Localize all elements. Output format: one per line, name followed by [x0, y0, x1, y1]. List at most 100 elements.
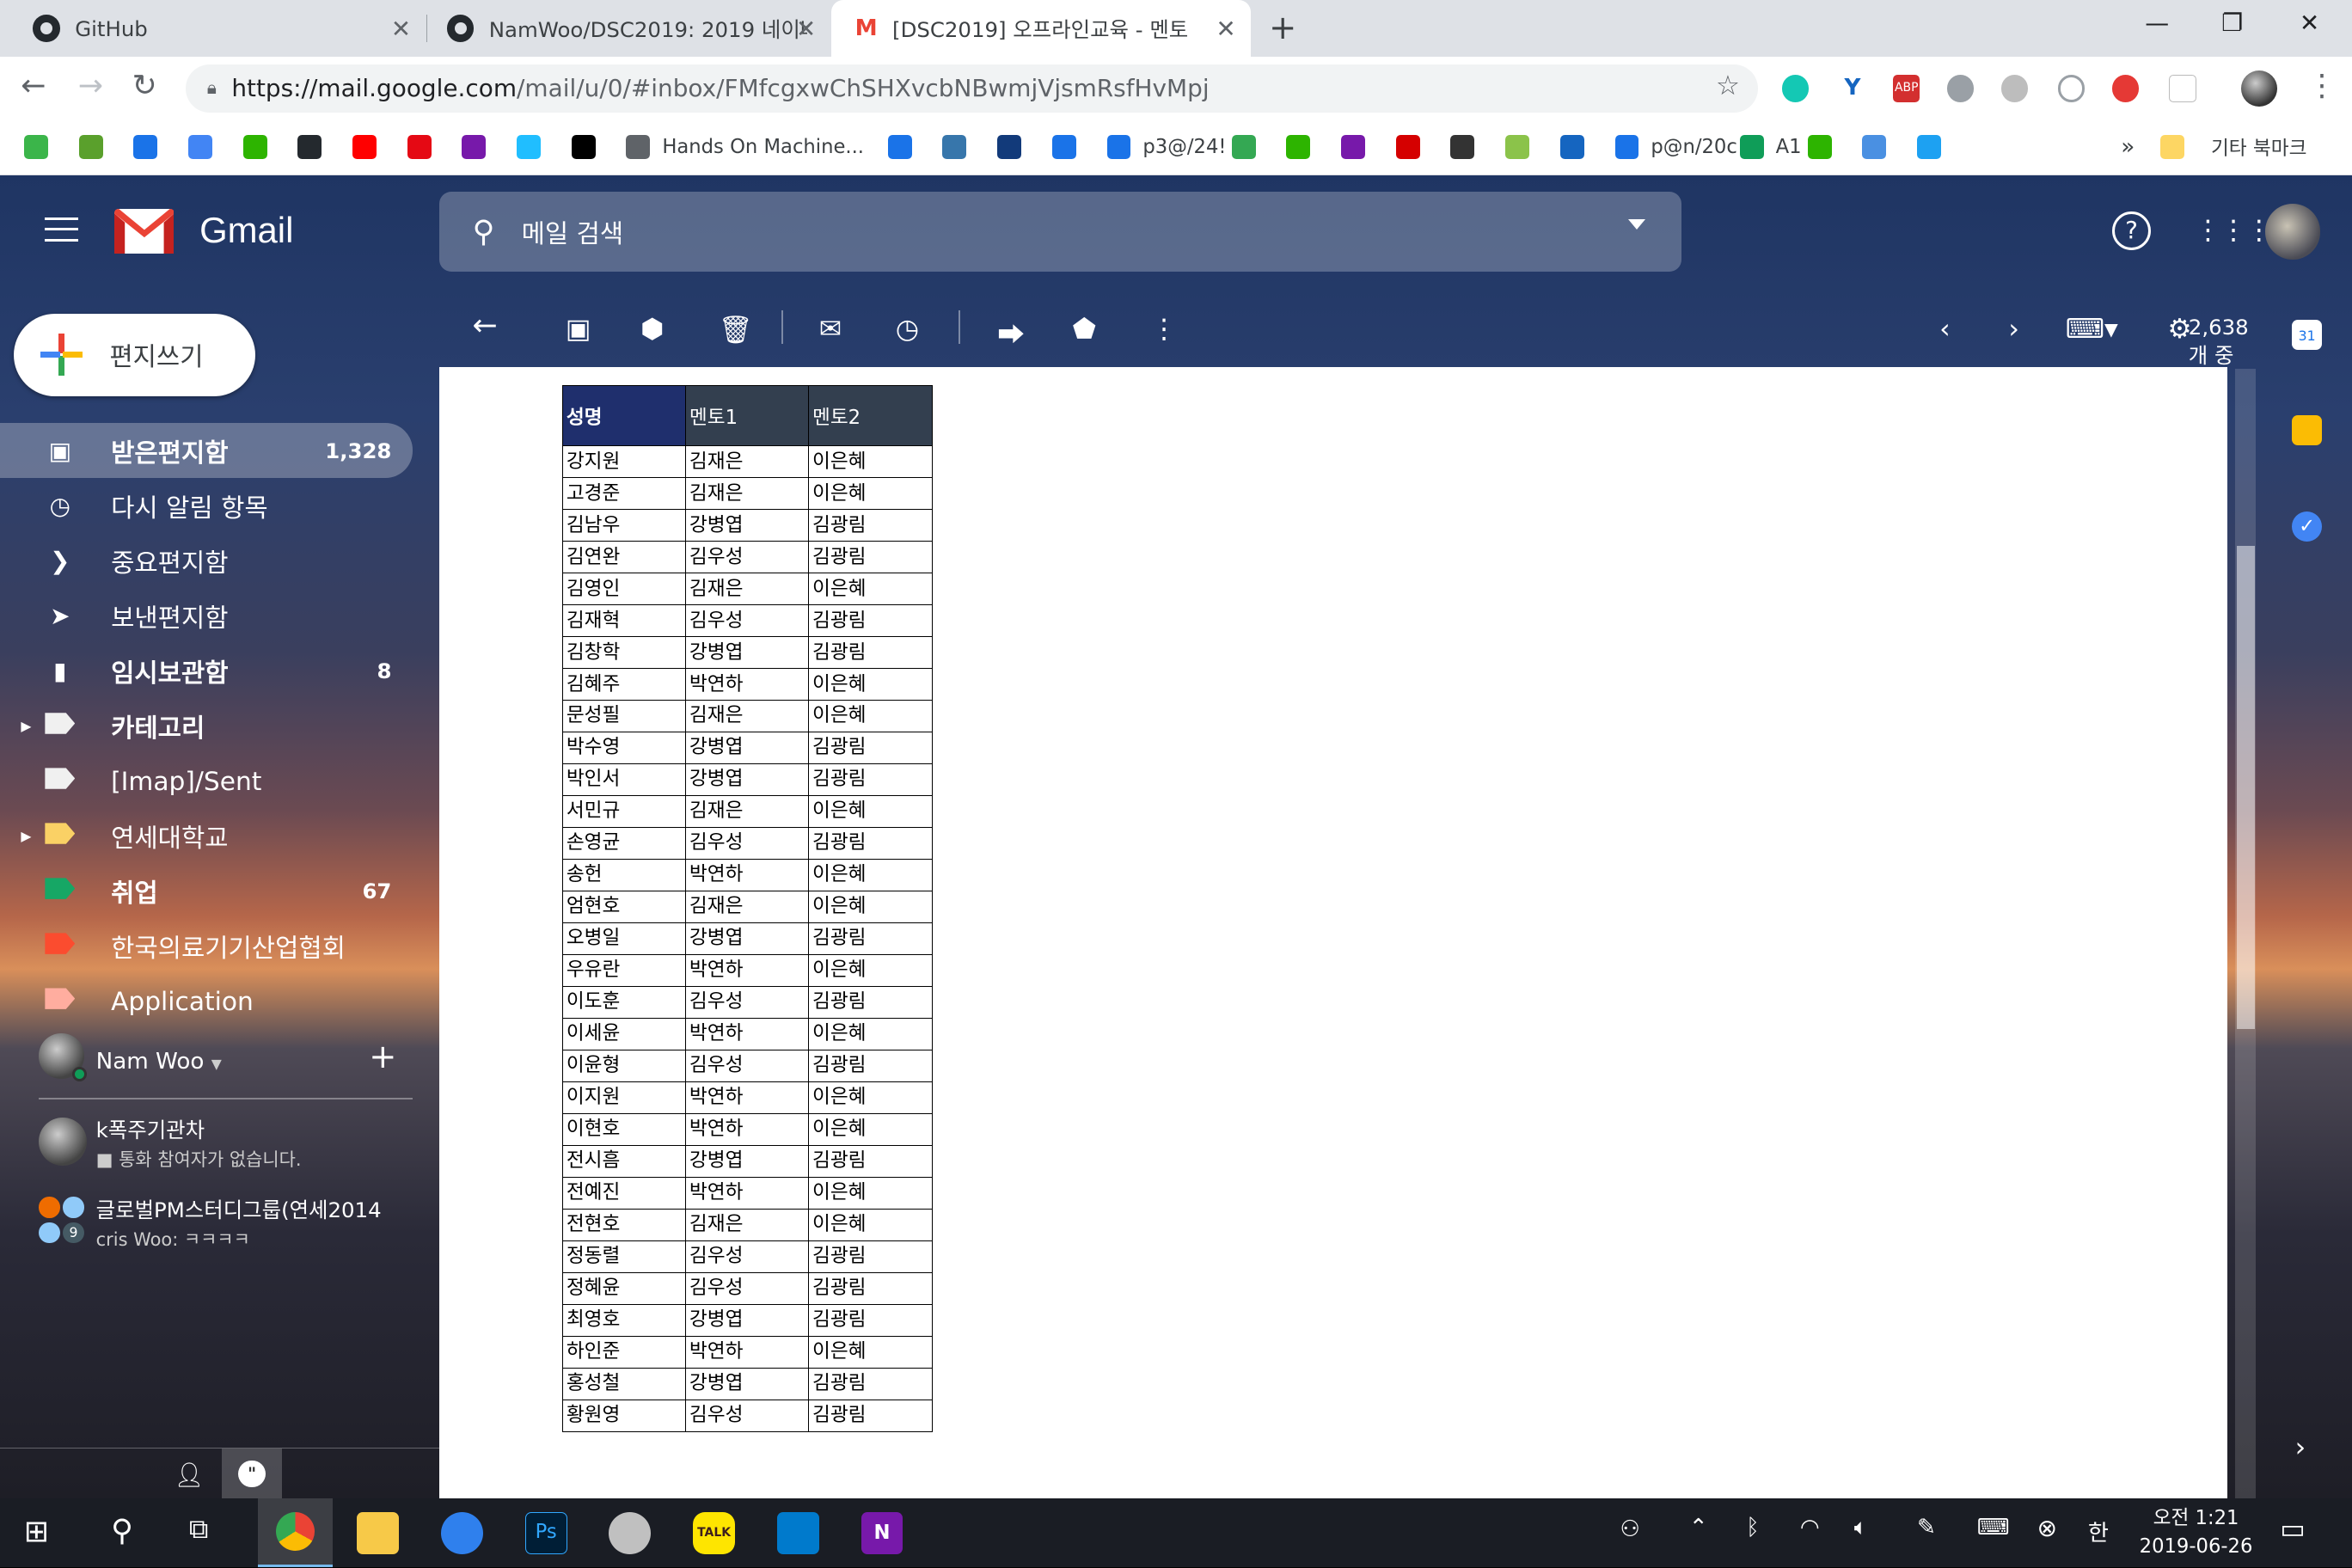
pen-icon[interactable]: ✎: [1917, 1515, 1936, 1540]
ime-indicator[interactable]: 한: [2088, 1515, 2109, 1547]
mark-unread-icon[interactable]: ✉: [819, 314, 842, 345]
notifications-icon[interactable]: ▭: [2280, 1514, 2306, 1545]
extension-circle-icon[interactable]: [2058, 75, 2086, 102]
volume-icon[interactable]: 🔈︎: [1854, 1515, 1868, 1541]
bookmark-check[interactable]: p@n/20c: [1614, 133, 1737, 160]
globe-extension-icon[interactable]: [1946, 75, 1975, 102]
tab-close-icon[interactable]: ✕: [796, 15, 816, 43]
expand-arrow-icon[interactable]: ▶: [21, 828, 31, 844]
bookmark-naver-n3[interactable]: [1807, 133, 1844, 160]
archive-icon[interactable]: ▣: [566, 314, 591, 345]
chat-item[interactable]: 9 글로벌PM스터디그룹(연세2014 cris Woo: ㅋㅋㅋㅋ: [0, 1182, 439, 1257]
bookmark-seal[interactable]: [997, 133, 1033, 160]
other-bookmarks[interactable]: 기타 북마크: [2159, 133, 2306, 160]
bookmark-python[interactable]: [942, 133, 978, 160]
bookmark-calendar-23[interactable]: [1051, 133, 1088, 160]
search-input[interactable]: 메일 검색: [522, 213, 624, 250]
snooze-icon[interactable]: ◷: [896, 314, 919, 345]
newer-icon[interactable]: ‹: [1939, 314, 1951, 345]
bluetooth-icon[interactable]: ᛒ: [1746, 1515, 1760, 1540]
help-icon[interactable]: ?: [2111, 211, 2152, 251]
compose-button[interactable]: 편지쓰기: [13, 313, 255, 396]
report-spam-icon[interactable]: ⬢: [640, 314, 664, 345]
adblock-icon[interactable]: ABP: [1893, 75, 1920, 102]
menu-dots-icon[interactable]: ⋮: [2307, 69, 2337, 103]
reload-icon[interactable]: ↻: [132, 69, 157, 103]
my-avatar[interactable]: [39, 1033, 88, 1082]
search-bar[interactable]: ⚲ 메일 검색: [439, 192, 1682, 272]
bookmark-naver-green[interactable]: [23, 133, 60, 160]
move-to-icon[interactable]: ⮕: [997, 314, 1024, 352]
profile-avatar[interactable]: [2240, 70, 2277, 107]
hangouts-tab[interactable]: ": [222, 1448, 283, 1500]
bookmark-onenote[interactable]: [462, 133, 498, 160]
scrollbar-thumb[interactable]: [2236, 546, 2255, 1029]
delete-icon[interactable]: 🗑︎: [719, 314, 753, 346]
bookmark-youtube[interactable]: [352, 133, 389, 160]
sidebar-item[interactable]: ❯ 중요편지함: [0, 533, 439, 588]
extension-y-icon[interactable]: Y: [1839, 75, 1866, 102]
bookmark-cloud[interactable]: [1862, 133, 1898, 160]
maximize-button[interactable]: ❐: [2221, 9, 2243, 37]
contacts-icon[interactable]: 👤︎: [174, 1461, 204, 1489]
keyboard-icon[interactable]: ⌨: [1977, 1515, 2010, 1540]
bookmark-ga[interactable]: [78, 133, 115, 160]
sidebar-item[interactable]: [Imap]/Sent: [0, 753, 439, 808]
bookmark-maps[interactable]: [1231, 133, 1268, 160]
extension-toggle-icon[interactable]: [2169, 75, 2196, 102]
expand-arrow-icon[interactable]: ▶: [21, 718, 31, 734]
sidebar-item[interactable]: ◷ 다시 알림 항목: [0, 478, 439, 533]
task-view-icon[interactable]: ⧉: [189, 1514, 208, 1546]
vscode-icon[interactable]: [776, 1511, 819, 1554]
cloud-icon[interactable]: [441, 1511, 483, 1554]
minimize-button[interactable]: —: [2145, 9, 2169, 37]
bookmark-onenote2[interactable]: [1341, 133, 1377, 160]
tab-github[interactable]: GitHub ✕: [0, 0, 426, 57]
back-to-inbox-icon[interactable]: ←: [473, 309, 498, 343]
sidebar-item[interactable]: Application: [0, 973, 439, 1028]
tray-chevron-icon[interactable]: ⌃: [1689, 1515, 1708, 1540]
bookmark-naver-n2[interactable]: [1286, 133, 1322, 160]
bookmark-naver-n[interactable]: [242, 133, 279, 160]
bookmark-infinity[interactable]: [1450, 133, 1486, 160]
people-icon[interactable]: ⚇: [1620, 1516, 1639, 1542]
chat-item[interactable]: k폭주기관차 ■ 통화 참여자가 없습니다.: [0, 1104, 439, 1179]
tab-dsc2019-mail[interactable]: M [DSC2019] 오프라인교육 - 멘토 ✕: [830, 0, 1252, 58]
labels-icon[interactable]: ⬟: [1073, 314, 1096, 345]
bookmark-translate[interactable]: [187, 133, 224, 160]
system-clock[interactable]: 오전 1:21 2019-06-26: [2136, 1504, 2257, 1561]
tab-namwoo-dsc2019[interactable]: NamWoo/DSC2019: 2019 네이버 ✕: [414, 0, 831, 57]
input-tools-icon[interactable]: ⌨▾: [2066, 314, 2118, 345]
tab-close-icon[interactable]: ✕: [1216, 15, 1235, 43]
close-window-button[interactable]: ✕: [2300, 9, 2319, 37]
bookmark-github[interactable]: [297, 133, 334, 160]
bookmark-netflix[interactable]: [407, 133, 444, 160]
gmail-logo[interactable]: [113, 208, 175, 254]
bookmark-k[interactable]: [517, 133, 553, 160]
tasks-icon[interactable]: ✓: [2292, 511, 2323, 542]
sidebar-item[interactable]: ▶ 연세대학교: [0, 808, 439, 863]
bookmark-sheets-c[interactable]: [1505, 133, 1541, 160]
hangouts-user[interactable]: Nam Woo ▼: [96, 1049, 222, 1075]
sidebar-item[interactable]: 취업 67: [0, 863, 439, 918]
more-options-icon[interactable]: ⋮: [1150, 314, 1177, 345]
tab-close-icon[interactable]: ✕: [391, 15, 411, 43]
search-icon[interactable]: ⚲: [473, 215, 495, 249]
bookmark-globe[interactable]: Hands On Machine...: [626, 133, 864, 160]
shield-extension-icon[interactable]: [2111, 75, 2140, 102]
onenote-icon[interactable]: N: [861, 1511, 903, 1554]
new-tab-button[interactable]: +: [1269, 9, 1296, 47]
bookmark-u-icon[interactable]: [887, 133, 924, 160]
kakaotalk-icon[interactable]: TALK: [693, 1511, 735, 1554]
close-circle-icon[interactable]: ⊗: [2037, 1514, 2057, 1542]
search-options-icon[interactable]: [1628, 218, 1646, 230]
bookmark-twitter[interactable]: [1916, 133, 1953, 160]
calendar-icon[interactable]: 31: [2292, 319, 2323, 350]
bookmark-edge-c[interactable]: [133, 133, 169, 160]
older-icon[interactable]: ›: [2008, 314, 2019, 345]
new-conversation-button[interactable]: +: [369, 1038, 396, 1076]
sidebar-item[interactable]: ▮ 임시보관함 8: [0, 643, 439, 698]
snipping-tool-icon[interactable]: [609, 1511, 652, 1554]
file-explorer-icon[interactable]: [357, 1511, 400, 1554]
bookmark-pycharm[interactable]: [571, 133, 608, 160]
